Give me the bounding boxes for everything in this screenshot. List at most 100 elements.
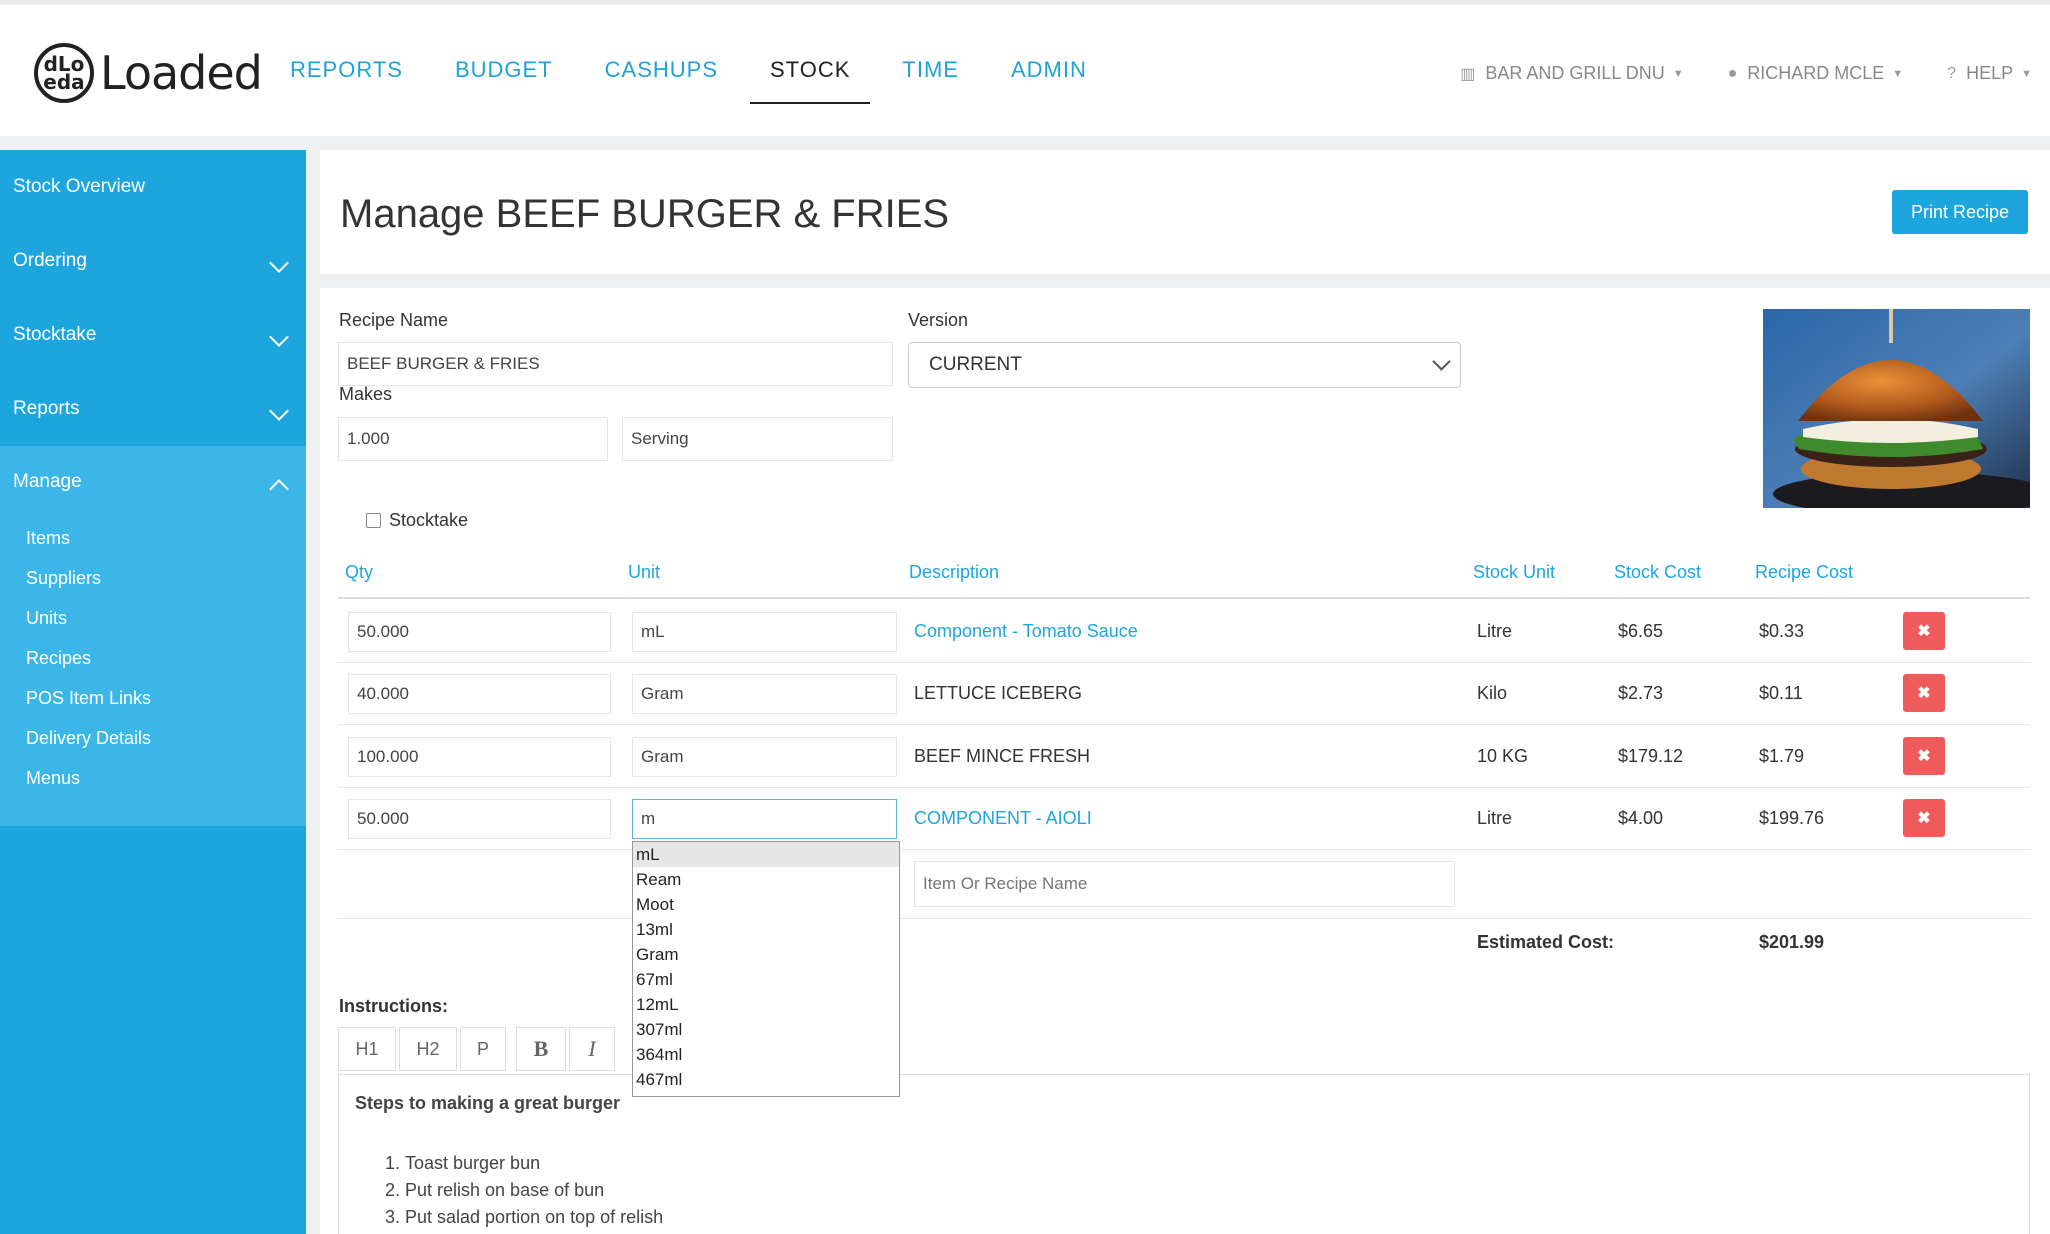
instructions-editor[interactable]: Steps to making a great burger Toast bur… xyxy=(338,1074,2030,1234)
chevron-up-icon xyxy=(269,479,289,499)
unit-input[interactable]: Gram xyxy=(632,737,897,777)
chevron-down-icon xyxy=(269,401,289,421)
print-recipe-button[interactable]: Print Recipe xyxy=(1892,190,2028,234)
sidebar-subitem-delivery-details[interactable]: Delivery Details xyxy=(0,718,306,758)
bold-button[interactable]: B xyxy=(516,1027,566,1071)
sidebar-subitem-suppliers[interactable]: Suppliers xyxy=(0,558,306,598)
dropdown-option[interactable]: 364ml xyxy=(633,1042,899,1067)
col-unit: Unit xyxy=(628,562,661,582)
sidebar-subitem-units[interactable]: Units xyxy=(0,598,306,638)
delete-row-button[interactable]: ✖ xyxy=(1903,737,1945,775)
app-logo[interactable]: dLo eda Loaded xyxy=(34,43,263,103)
makes-qty-input[interactable]: 1.000 xyxy=(338,417,608,461)
nav-cashups[interactable]: CASHUPS xyxy=(605,57,718,107)
instruction-step: Toast burger bun xyxy=(405,1150,2013,1177)
row-divider xyxy=(338,662,2030,663)
recipe-cost: $0.33 xyxy=(1759,621,1805,641)
stock-unit: 10 KG xyxy=(1477,746,1529,766)
sidebar-manage-group: Manage Items Suppliers Units Recipes POS… xyxy=(0,446,306,826)
qty-input[interactable]: 40.000 xyxy=(348,674,611,714)
stocktake-checkbox[interactable] xyxy=(366,513,381,528)
version-select[interactable]: CURRENT xyxy=(908,342,1461,388)
col-stock-unit: Stock Unit xyxy=(1473,562,1556,582)
sidebar-item-reports[interactable]: Reports xyxy=(0,372,306,446)
unit-autocomplete-dropdown: mL Ream Moot 13ml Gram 67ml 12mL 307ml 3… xyxy=(632,841,900,1097)
sidebar-subitem-pos-item-links[interactable]: POS Item Links xyxy=(0,678,306,718)
stock-cost: $4.00 xyxy=(1618,808,1664,828)
stocktake-checkbox-row[interactable]: Stocktake xyxy=(366,510,468,531)
h2-button[interactable]: H2 xyxy=(399,1027,457,1071)
add-item-search-input[interactable] xyxy=(914,861,1455,907)
nav-admin[interactable]: ADMIN xyxy=(1011,57,1087,107)
version-value: CURRENT xyxy=(929,354,1022,375)
recipe-name-label: Recipe Name xyxy=(339,310,449,330)
sidebar-item-manage[interactable]: Manage xyxy=(0,446,306,518)
top-navbar: dLo eda Loaded REPORTS BUDGET CASHUPS STO… xyxy=(0,0,2050,136)
chevron-down-icon xyxy=(269,327,289,347)
sidebar-subitem-menus[interactable]: Menus xyxy=(0,758,306,798)
venue-menu[interactable]: ▥ BAR AND GRILL DNU ▼ xyxy=(1460,63,1683,84)
dropdown-option[interactable]: 307ml xyxy=(633,1017,899,1042)
recipe-cost: $0.11 xyxy=(1759,683,1803,703)
sidebar-item-stocktake[interactable]: Stocktake xyxy=(0,298,306,372)
version-label: Version xyxy=(908,310,969,330)
sidebar-item-label: Stocktake xyxy=(13,324,97,345)
col-stock-cost: Stock Cost xyxy=(1614,562,1702,582)
makes-unit-input[interactable]: Serving xyxy=(622,417,893,461)
caret-down-icon: ▼ xyxy=(1672,67,1684,80)
caret-down-icon: ▼ xyxy=(1892,67,1904,80)
h1-button[interactable]: H1 xyxy=(338,1027,396,1071)
instructions-heading: Steps to making a great burger xyxy=(355,1093,621,1113)
recipe-name-input[interactable]: BEEF BURGER & FRIES xyxy=(338,342,893,386)
caret-down-icon: ▼ xyxy=(2021,67,2032,80)
italic-button[interactable]: I xyxy=(569,1027,615,1071)
description-link[interactable]: Component - Tomato Sauce xyxy=(914,621,1138,642)
nav-time[interactable]: TIME xyxy=(902,57,959,107)
main-nav: REPORTS BUDGET CASHUPS STOCK TIME ADMIN xyxy=(290,57,1139,107)
nav-reports[interactable]: REPORTS xyxy=(290,57,403,107)
sidebar-subitem-recipes[interactable]: Recipes xyxy=(0,638,306,678)
row-divider xyxy=(338,724,2030,725)
qty-input[interactable]: 50.000 xyxy=(348,799,611,839)
row-divider xyxy=(338,849,2030,850)
sidebar-subitem-items[interactable]: Items xyxy=(0,518,306,558)
sidebar-item-stock-overview[interactable]: Stock Overview xyxy=(0,150,306,224)
recipe-cost: $199.76 xyxy=(1759,808,1825,828)
sidebar-item-ordering[interactable]: Ordering xyxy=(0,224,306,298)
dropdown-option[interactable]: Moot xyxy=(633,892,899,917)
stock-unit: Litre xyxy=(1477,621,1513,641)
logo-text: Loaded xyxy=(100,46,263,100)
dropdown-option[interactable]: 13ml xyxy=(633,917,899,942)
account-menu[interactable]: ● RICHARD MCLE ▼ xyxy=(1728,63,1904,84)
stocktake-label: Stocktake xyxy=(389,510,469,530)
venue-label: BAR AND GRILL DNU xyxy=(1485,63,1665,83)
qty-input[interactable]: 50.000 xyxy=(348,612,611,652)
delete-row-button[interactable]: ✖ xyxy=(1903,674,1945,712)
dropdown-option[interactable]: Ream xyxy=(633,867,899,892)
logo-mark-icon: dLo eda xyxy=(34,43,94,103)
stock-unit: Litre xyxy=(1477,808,1513,828)
unit-input-active[interactable]: m xyxy=(632,799,897,839)
dropdown-option[interactable]: 67ml xyxy=(633,967,899,992)
description-link[interactable]: COMPONENT - AIOLI xyxy=(914,808,1092,829)
dropdown-option[interactable]: 12mL xyxy=(633,992,899,1017)
unit-input[interactable]: Gram xyxy=(632,674,897,714)
title-panel: Manage BEEF BURGER & FRIES Print Recipe xyxy=(320,150,2050,274)
nav-stock[interactable]: STOCK xyxy=(749,57,871,107)
recipe-cost: $1.79 xyxy=(1759,746,1805,766)
col-recipe-cost: Recipe Cost xyxy=(1755,562,1854,582)
chevron-down-icon xyxy=(269,253,289,273)
qty-input[interactable]: 100.000 xyxy=(348,737,611,777)
unit-input[interactable]: mL xyxy=(632,612,897,652)
dropdown-option[interactable]: mL xyxy=(633,842,899,867)
delete-row-button[interactable]: ✖ xyxy=(1903,612,1945,650)
nav-budget[interactable]: BUDGET xyxy=(455,57,553,107)
dropdown-option[interactable]: Gram xyxy=(633,942,899,967)
dropdown-option[interactable]: 467ml xyxy=(633,1067,899,1092)
paragraph-button[interactable]: P xyxy=(460,1027,506,1071)
instruction-step: Put salad portion on top of relish xyxy=(405,1204,2013,1231)
recipe-photo xyxy=(1763,309,2030,508)
delete-row-button[interactable]: ✖ xyxy=(1903,799,1945,837)
stock-cost: $179.12 xyxy=(1618,746,1684,766)
help-menu[interactable]: ? HELP ▼ xyxy=(1947,63,2032,84)
